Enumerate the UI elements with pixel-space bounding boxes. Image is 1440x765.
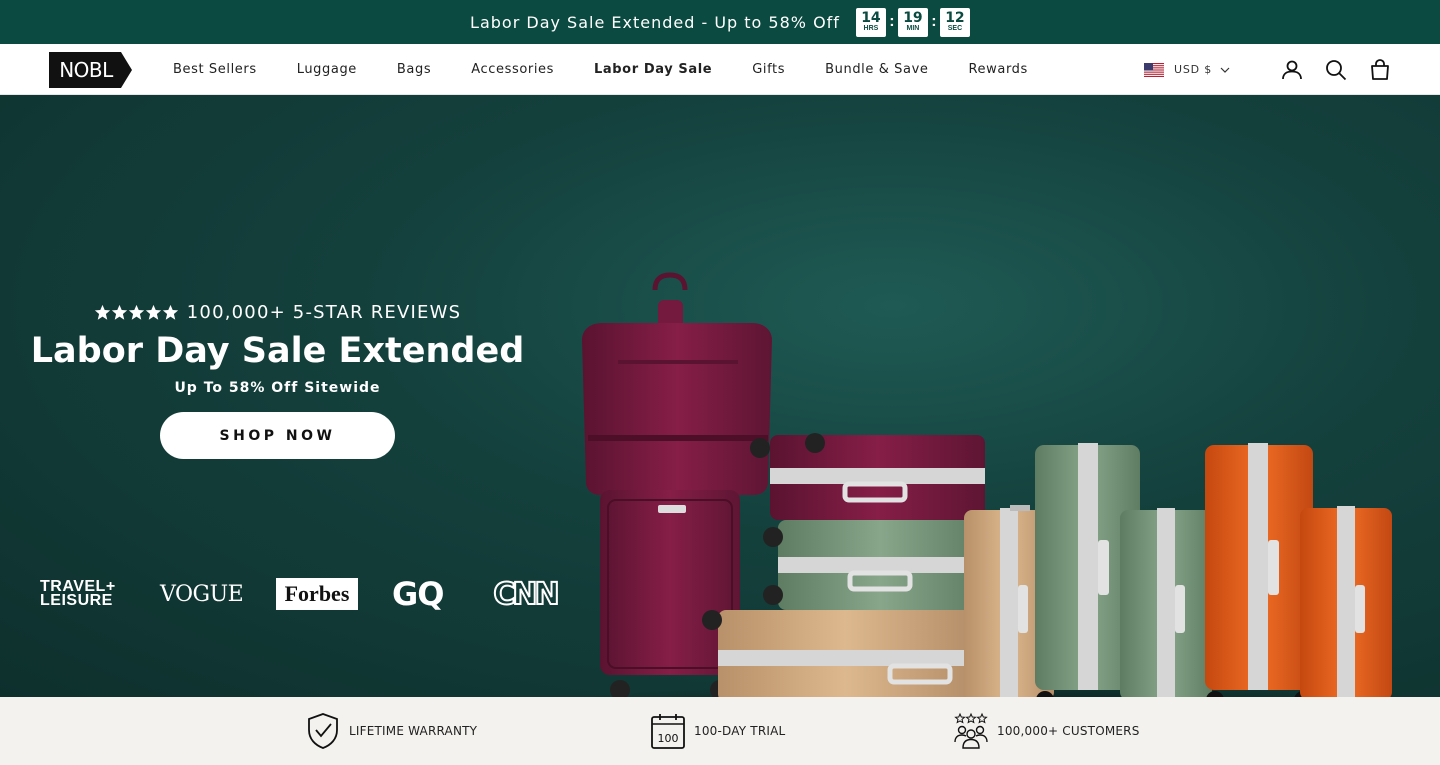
timer-minutes-unit: MIN — [906, 25, 920, 32]
trust-label: LIFETIME WARRANTY — [349, 724, 478, 738]
cart-bag-icon[interactable] — [1368, 58, 1392, 82]
timer-seconds-unit: SEC — [947, 25, 963, 32]
nav-labor-day-sale[interactable]: Labor Day Sale — [594, 62, 712, 77]
travel-leisure-line2: LEISURE — [40, 592, 113, 609]
trust-100-day-trial: 100 100-DAY TRIAL — [650, 697, 785, 765]
star-icon — [145, 304, 161, 320]
press-logo-cnn: CNN — [492, 576, 558, 613]
nobl-logo[interactable]: NOBL — [49, 52, 132, 88]
timer-seconds-value: 12 — [945, 10, 965, 26]
hero-subtitle: Up To 58% Off Sitewide — [174, 380, 381, 396]
timer-hours-unit: HRS — [863, 25, 879, 32]
timer-hours: 14 HRS — [855, 7, 886, 37]
timer-separator: : — [931, 13, 937, 30]
shop-now-button[interactable]: SHOP NOW — [160, 412, 395, 459]
currency-selector[interactable]: USD $ — [1144, 62, 1230, 77]
hero-banner: 100,000+ 5-STAR REVIEWS Labor Day Sale E… — [0, 95, 1440, 697]
press-logo-vogue: VOGUE — [160, 581, 244, 607]
us-flag-icon — [1144, 62, 1164, 77]
trust-label: 100-DAY TRIAL — [694, 724, 786, 738]
calendar-icon-text: 100 — [658, 732, 679, 745]
announcement-bar: Labor Day Sale Extended - Up to 58% Off … — [0, 0, 1440, 44]
reviews-line: 100,000+ 5-STAR REVIEWS — [0, 302, 555, 323]
calendar-100-icon: 100 — [651, 714, 685, 749]
site-header: NOBL Best Sellers Luggage Bags Accessori… — [0, 44, 1440, 95]
customers-icon — [954, 712, 988, 749]
trust-lifetime-warranty: LIFETIME WARRANTY — [305, 697, 477, 765]
main-nav: Best Sellers Luggage Bags Accessories La… — [173, 44, 1068, 95]
press-logo-travel-leisure: TRAVEL+ LEISURE — [40, 574, 130, 614]
nav-best-sellers[interactable]: Best Sellers — [173, 62, 257, 77]
timer-minutes-value: 19 — [903, 10, 923, 26]
nav-bags[interactable]: Bags — [397, 62, 431, 77]
luggage-product-image — [580, 272, 1400, 697]
countdown-timer: 14 HRS : 19 MIN : 12 SEC — [855, 7, 970, 37]
star-icon — [128, 304, 144, 320]
nav-luggage[interactable]: Luggage — [297, 62, 357, 77]
shield-check-icon — [308, 713, 338, 749]
press-logo-gq: GQ — [392, 575, 444, 613]
star-icon — [162, 304, 178, 320]
chevron-down-icon — [1220, 67, 1230, 73]
timer-hours-value: 14 — [861, 10, 881, 26]
timer-seconds: 12 SEC — [939, 7, 970, 37]
hero-title: Labor Day Sale Extended — [30, 331, 525, 371]
nav-bundle-save[interactable]: Bundle & Save — [825, 62, 928, 77]
nav-rewards[interactable]: Rewards — [969, 62, 1028, 77]
account-icon[interactable] — [1280, 58, 1304, 82]
announcement-text: Labor Day Sale Extended - Up to 58% Off — [470, 12, 840, 32]
nav-accessories[interactable]: Accessories — [471, 62, 554, 77]
nav-gifts[interactable]: Gifts — [752, 62, 785, 77]
star-icon — [94, 304, 110, 320]
star-icon — [111, 304, 127, 320]
search-icon[interactable] — [1324, 58, 1348, 82]
trust-label: 100,000+ CUSTOMERS — [997, 724, 1140, 738]
star-rating — [94, 304, 179, 321]
reviews-text: 100,000+ 5-STAR REVIEWS — [186, 302, 462, 323]
currency-label: USD $ — [1174, 63, 1212, 76]
hero-content: 100,000+ 5-STAR REVIEWS Labor Day Sale E… — [0, 95, 558, 697]
timer-separator: : — [889, 13, 895, 30]
logo-text: NOBL — [59, 58, 114, 82]
cnn-text: CNN — [493, 577, 557, 612]
header-actions: USD $ — [1144, 44, 1392, 95]
trust-customers: 100,000+ CUSTOMERS — [953, 697, 1140, 765]
press-logo-forbes: Forbes — [276, 578, 358, 610]
trust-bar: LIFETIME WARRANTY 100 100-DAY TRIAL 100,… — [0, 697, 1440, 765]
timer-minutes: 19 MIN — [897, 7, 928, 37]
